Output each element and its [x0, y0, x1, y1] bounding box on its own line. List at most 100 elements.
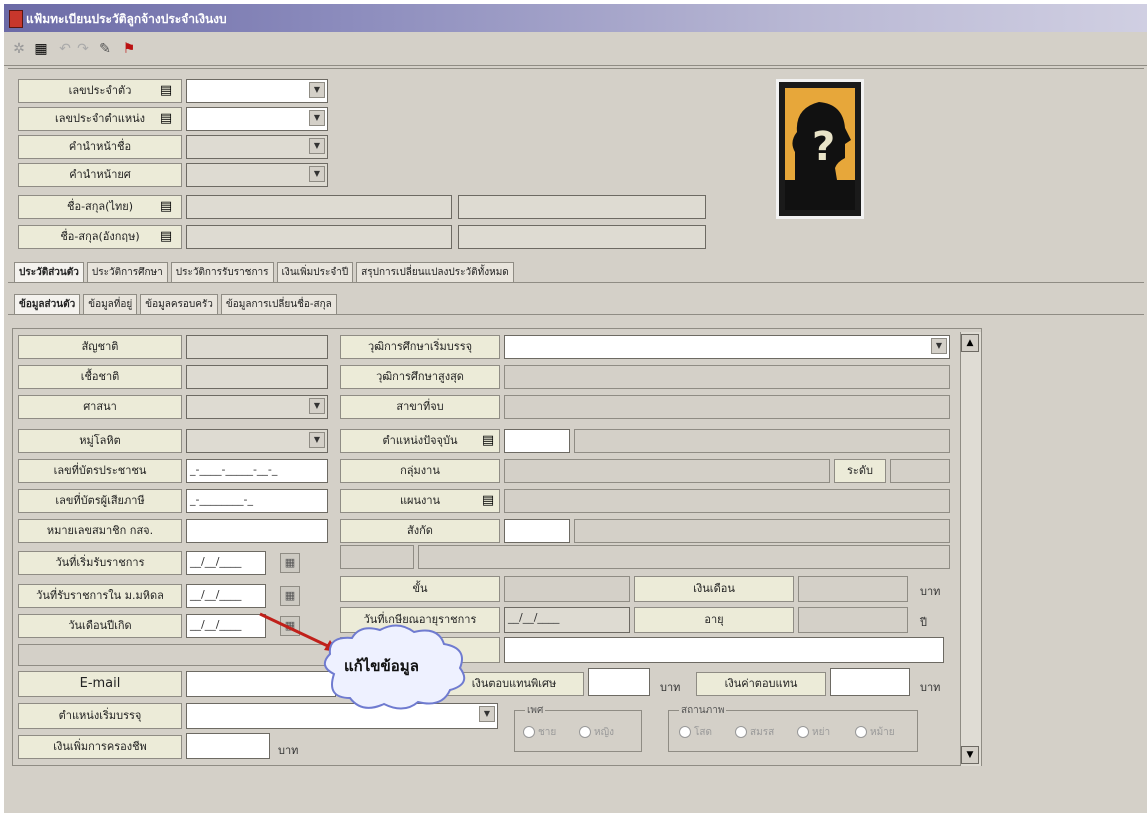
label-level: ระดับ [834, 459, 886, 483]
blood-type-select[interactable]: ▼ [186, 429, 328, 453]
undo-icon[interactable]: ↶ [56, 40, 74, 58]
age-field [798, 607, 908, 633]
special-pay-field[interactable] [588, 668, 650, 696]
label-current-position: ตำแหน่งปัจจุบัน [340, 429, 500, 453]
label-university-date: วันที่รับราชการใน ม.มหิดล [18, 584, 182, 608]
note-field[interactable] [504, 637, 944, 663]
lookup-icon[interactable]: ▤ [478, 491, 498, 511]
chevron-down-icon[interactable]: ▼ [479, 706, 495, 722]
rank-field [504, 576, 630, 602]
first-name-thai-field[interactable] [186, 195, 452, 219]
first-name-eng-field[interactable] [186, 225, 452, 249]
status-divorced-radio[interactable]: หย่า [797, 725, 830, 740]
tab-service[interactable]: ประวัติการรับราชการ [170, 262, 274, 283]
salary-field [798, 576, 908, 602]
religion-select[interactable]: ▼ [186, 395, 328, 419]
label-start-education: วุฒิการศึกษาเริ่มบรรจุ [340, 335, 500, 359]
compensation-field[interactable] [830, 668, 910, 696]
baht-unit: บาท [278, 744, 299, 757]
baht-unit: บาท [920, 681, 941, 694]
living-allowance-field[interactable] [186, 733, 270, 759]
status-married-radio[interactable]: สมรส [735, 725, 774, 740]
gender-male-radio[interactable]: ชาย [523, 725, 556, 740]
label-rank-prefix: คำนำหน้ายศ [18, 163, 182, 187]
save-icon[interactable]: ▦ [32, 40, 50, 58]
extra-code-field [340, 545, 414, 569]
employee-photo: ? [776, 79, 864, 219]
position-code-field[interactable] [504, 429, 570, 453]
last-name-thai-field[interactable] [458, 195, 706, 219]
marital-status-label: สถานภาพ [679, 703, 727, 718]
calendar-icon[interactable]: ▦ [280, 586, 300, 606]
scroll-down-arrow-icon[interactable]: ▼ [961, 746, 979, 764]
start-education-select[interactable]: ▼ [504, 335, 950, 359]
position-no-select[interactable]: ▼ [186, 107, 328, 131]
emp-id-select[interactable]: ▼ [186, 79, 328, 103]
tax-id-field[interactable]: _-________-_ [186, 489, 328, 513]
gender-group: เพศ ชาย หญิง [514, 703, 642, 752]
lookup-icon[interactable]: ▤ [156, 81, 176, 101]
scroll-up-arrow-icon[interactable]: ▲ [961, 334, 979, 352]
chevron-down-icon[interactable]: ▼ [309, 398, 325, 414]
svg-text:?: ? [812, 124, 835, 170]
lookup-icon[interactable]: ▤ [156, 227, 176, 247]
edit-icon[interactable]: ✎ [96, 40, 114, 58]
exit-icon[interactable]: ⚑ [120, 40, 138, 58]
label-highest-education: วุฒิการศึกษาสูงสุด [340, 365, 500, 389]
id-card-field[interactable]: _-____-_____-__-_ [186, 459, 328, 483]
tab-name-change[interactable]: ข้อมูลการเปลี่ยนชื่อ-สกุล [220, 294, 337, 315]
position-name-field [574, 429, 950, 453]
lookup-icon[interactable]: ▤ [156, 109, 176, 129]
label-start-date: วันที่เริ่มรับราชการ [18, 551, 182, 575]
affiliation-code-field[interactable] [504, 519, 570, 543]
tab-summary[interactable]: สรุปการเปลี่ยนแปลงประวัติทั้งหมด [356, 262, 514, 283]
lookup-icon[interactable]: ▤ [478, 431, 498, 451]
retirement-field[interactable]: __/__/____ [504, 607, 630, 633]
label-nationality: สัญชาติ [18, 335, 182, 359]
label-member-no: หมายเลขสมาชิก กสจ. [18, 519, 182, 543]
rank-prefix-select[interactable]: ▼ [186, 163, 328, 187]
tab-personal-history[interactable]: ประวัติส่วนตัว [14, 262, 84, 283]
work-group-field [504, 459, 830, 483]
tab-address[interactable]: ข้อมูลที่อยู่ [83, 294, 138, 315]
status-widowed-radio[interactable]: หม้าย [855, 725, 895, 740]
vertical-scrollbar[interactable]: ▲ ▼ [960, 332, 981, 766]
race-field[interactable] [186, 365, 328, 389]
tab-education[interactable]: ประวัติการศึกษา [86, 262, 168, 283]
last-name-eng-field[interactable] [458, 225, 706, 249]
prefix-select[interactable]: ▼ [186, 135, 328, 159]
start-date-field[interactable]: __/__/____ [186, 551, 266, 575]
extra-name-field [418, 545, 950, 569]
lookup-icon[interactable]: ▤ [156, 197, 176, 217]
label-major: สาขาที่จบ [340, 395, 500, 419]
redo-icon[interactable]: ↷ [74, 40, 92, 58]
chevron-down-icon[interactable]: ▼ [931, 338, 947, 354]
new-icon[interactable]: ✲ [10, 40, 28, 58]
chevron-down-icon[interactable]: ▼ [309, 138, 325, 154]
label-birth-date: วันเดือนปีเกิด [18, 614, 182, 638]
chevron-down-icon[interactable]: ▼ [309, 110, 325, 126]
university-date-field[interactable]: __/__/____ [186, 584, 266, 608]
tab-annual-increase[interactable]: เงินเพิ่มประจำปี [276, 262, 354, 283]
label-id-card: เลขที่บัตรประชาชน [18, 459, 182, 483]
label-race: เชื้อชาติ [18, 365, 182, 389]
label-tax-id: เลขที่บัตรผู้เสียภาษี [18, 489, 182, 513]
nationality-field[interactable] [186, 335, 328, 359]
member-no-field[interactable] [186, 519, 328, 543]
label-start-position: ตำแหน่งเริ่มบรรจุ [18, 703, 182, 729]
label-email: E-mail [18, 671, 182, 697]
chevron-down-icon[interactable]: ▼ [309, 82, 325, 98]
main-tab-bar: ประวัติส่วนตัว ประวัติการศึกษา ประวัติกา… [14, 262, 514, 283]
gender-female-radio[interactable]: หญิง [579, 725, 614, 740]
chevron-down-icon[interactable]: ▼ [309, 432, 325, 448]
label-salary: เงินเดือน [634, 576, 794, 602]
tab-family[interactable]: ข้อมูลครอบครัว [140, 294, 218, 315]
window-title: แฟ้มทะเบียนประวัติลูกจ้างประจำเงินงบ [26, 12, 227, 26]
calendar-icon[interactable]: ▦ [280, 553, 300, 573]
chevron-down-icon[interactable]: ▼ [309, 166, 325, 182]
main-window: แฟ้มทะเบียนประวัติลูกจ้างประจำเงินงบ ✲ ▦… [4, 4, 1147, 813]
baht-unit: บาท [920, 585, 941, 598]
tab-personal-info[interactable]: ข้อมูลส่วนตัว [14, 294, 81, 315]
status-single-radio[interactable]: โสด [679, 725, 712, 740]
divider [8, 282, 1144, 283]
